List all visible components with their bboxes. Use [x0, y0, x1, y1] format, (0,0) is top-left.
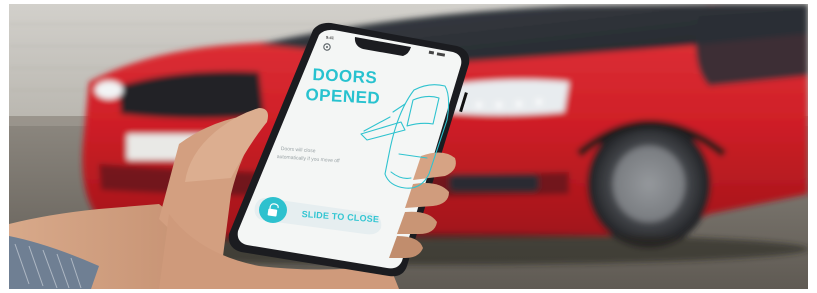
status-time: 9:41 — [325, 34, 335, 41]
info-text-line1: Doors will close — [280, 146, 316, 155]
phone-screen-text-layer: 9:41 DOORS OPENED Doors will close autom… — [9, 4, 808, 289]
image-frame: 9:41 DOORS OPENED Doors will close autom… — [0, 0, 817, 293]
photo: 9:41 DOORS OPENED Doors will close autom… — [9, 4, 808, 289]
slide-to-close-label[interactable]: SLIDE TO CLOSE — [301, 209, 379, 224]
doors-title-line2: OPENED — [305, 85, 381, 108]
info-text-line2: automatically if you move off — [276, 154, 340, 165]
